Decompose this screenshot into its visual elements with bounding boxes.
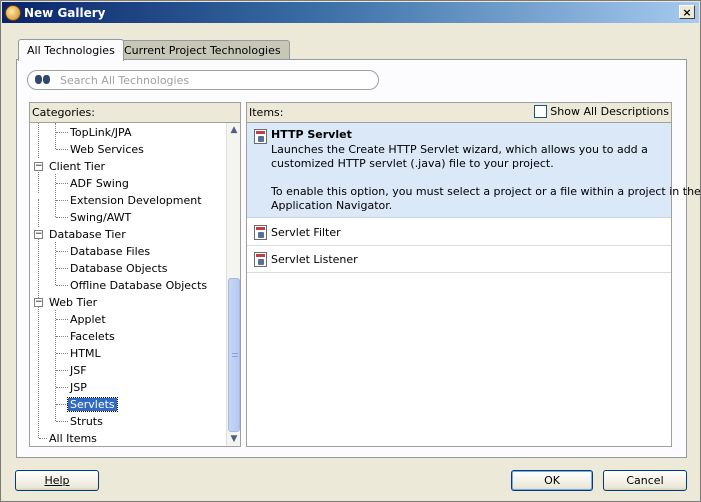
servlet-file-icon [254, 225, 267, 240]
tree-item[interactable]: HTML [68, 345, 103, 362]
help-label: Help [44, 474, 70, 487]
tree-item-label: All Items [49, 432, 97, 445]
cancel-button[interactable]: Cancel [603, 470, 687, 491]
tree-item-selected[interactable]: Servlets [67, 396, 118, 413]
tree-item-label: Web Services [70, 143, 144, 156]
items-label: Items: [249, 106, 284, 119]
item-title: HTTP Servlet [271, 128, 352, 141]
tree-item[interactable]: Applet [68, 311, 108, 328]
tree-item-label: Facelets [70, 330, 115, 343]
help-button[interactable]: Help [15, 470, 99, 491]
tree-item-label: Database Tier [49, 228, 126, 241]
new-gallery-dialog: New Gallery × All Technologies Current P… [0, 0, 701, 502]
tree-item-label: Swing/AWT [70, 211, 132, 224]
categories-scrollbar[interactable]: ▲ ▼ [226, 123, 240, 446]
tree-item[interactable]: Struts [68, 413, 105, 430]
tree-item-label: ADF Swing [70, 177, 129, 190]
servlet-file-icon [254, 252, 267, 267]
tree-item[interactable]: Web Services [68, 141, 146, 158]
tree-item-label: Client Tier [49, 160, 106, 173]
items-list[interactable]: HTTP Servlet Launches the Create HTTP Se… [246, 122, 701, 447]
scroll-thumb[interactable] [228, 278, 240, 432]
tree-item[interactable]: Offline Database Objects [68, 277, 209, 294]
tree-item[interactable]: Database Tier [47, 226, 128, 243]
title-bar: New Gallery × [2, 2, 699, 23]
tree-item[interactable]: Client Tier [47, 158, 107, 175]
ok-button[interactable]: OK [511, 470, 593, 491]
item-label: Servlet Filter [271, 226, 341, 239]
tree-item-label: Applet [70, 313, 106, 326]
show-all-descriptions-checkbox[interactable] [534, 105, 548, 118]
tree-item[interactable]: ADF Swing [68, 175, 131, 192]
tree-item-label: JSF [70, 364, 87, 377]
item-label: Servlet Listener [271, 253, 358, 266]
collapse-icon[interactable]: − [34, 298, 43, 307]
item-description: customized HTTP servlet (.java) file to … [271, 157, 554, 170]
collapse-icon[interactable]: − [34, 162, 43, 171]
binoculars-icon [34, 74, 52, 86]
scroll-down-icon[interactable]: ▼ [227, 432, 240, 446]
close-button[interactable]: × [679, 5, 695, 19]
show-all-descriptions[interactable]: Show All Descriptions [534, 105, 669, 118]
tree-item[interactable]: Extension Development [68, 192, 204, 209]
tree-item-label: Web Tier [49, 296, 98, 309]
item-servlet-filter[interactable]: Servlet Filter [247, 219, 671, 246]
tree-item[interactable]: Facelets [68, 328, 117, 345]
tree-item-label: Struts [70, 415, 103, 428]
scroll-up-icon[interactable]: ▲ [227, 123, 240, 137]
tree-item[interactable]: JSF [68, 362, 89, 379]
tree-item-label: HTML [70, 347, 101, 360]
tree-item-label: Database Files [70, 245, 151, 258]
app-logo-icon [5, 4, 21, 21]
servlet-file-icon [254, 129, 267, 144]
tree-item[interactable]: Database Files [68, 243, 152, 260]
tree-item[interactable]: JSP [68, 379, 89, 396]
items-header: Items: Show All Descriptions [246, 102, 672, 122]
show-all-descriptions-label: Show All Descriptions [550, 105, 669, 118]
tree-item-label: TopLink/JPA [70, 126, 132, 139]
search-box[interactable] [27, 70, 379, 90]
tab-current-project-technologies[interactable]: Current Project Technologies [115, 40, 290, 60]
item-description: To enable this option, you must select a… [271, 185, 701, 198]
item-servlet-listener[interactable]: Servlet Listener [247, 246, 671, 273]
categories-label: Categories: [32, 106, 95, 119]
categories-tree[interactable]: TopLink/JPA Web Services − Client Tier A… [29, 122, 241, 447]
tree-item[interactable]: TopLink/JPA [68, 124, 134, 141]
window-title: New Gallery [24, 5, 106, 20]
ok-label: OK [544, 474, 560, 487]
tree-item-label: Servlets [67, 397, 118, 412]
tree-item[interactable]: Database Objects [68, 260, 170, 277]
tree-item[interactable]: Web Tier [47, 294, 99, 311]
tab-all-technologies[interactable]: All Technologies [18, 39, 124, 61]
item-description: Launches the Create HTTP Servlet wizard,… [271, 143, 648, 156]
collapse-icon[interactable]: − [34, 230, 43, 239]
item-description: Application Navigator. [271, 199, 393, 212]
item-http-servlet[interactable]: HTTP Servlet Launches the Create HTTP Se… [247, 123, 701, 218]
cancel-label: Cancel [626, 474, 664, 487]
tree-item-label: JSP [70, 381, 87, 394]
tree-item[interactable]: All Items [47, 430, 99, 446]
tree-item-label: Database Objects [70, 262, 168, 275]
tree-item[interactable]: Swing/AWT [68, 209, 133, 226]
tab-panel: Categories: [16, 59, 701, 458]
search-input[interactable] [60, 73, 360, 87]
tree-item-label: Offline Database Objects [70, 279, 208, 292]
categories-header: Categories: [29, 102, 241, 122]
tree-item-label: Extension Development [70, 194, 202, 207]
